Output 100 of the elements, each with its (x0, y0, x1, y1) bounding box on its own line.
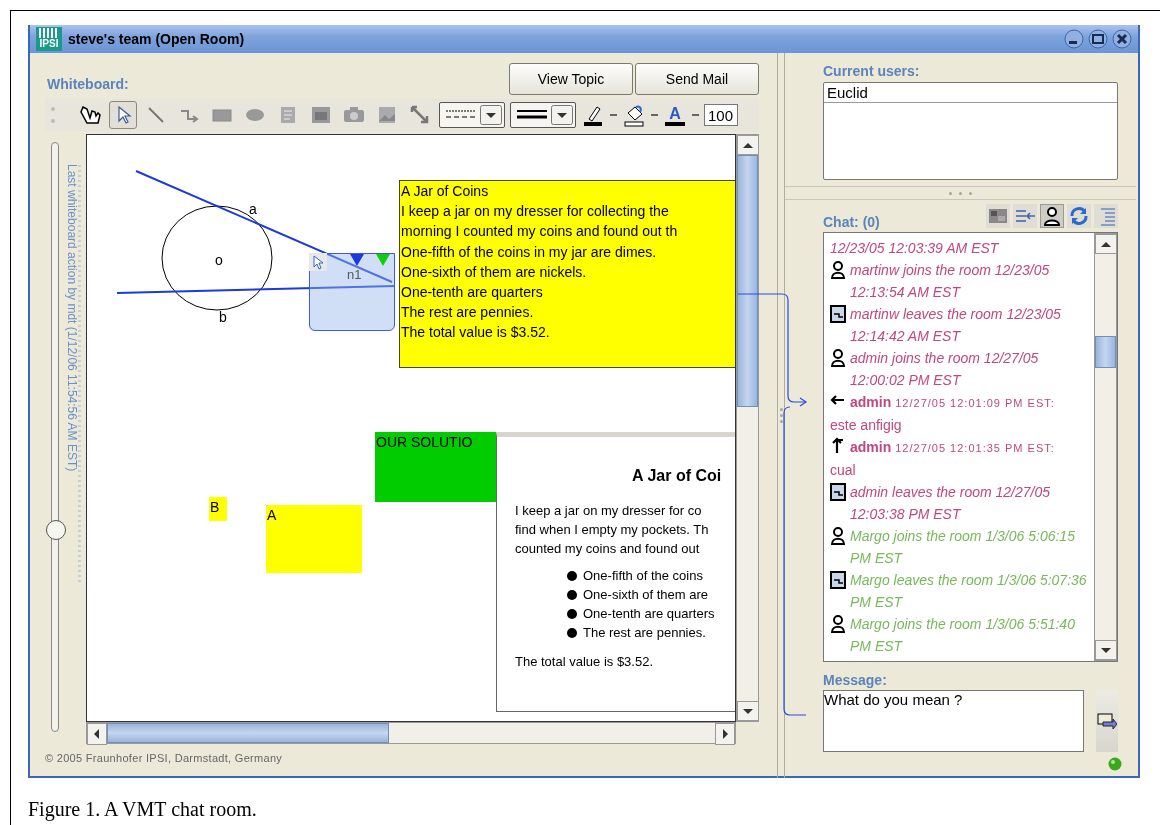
scroll-up-icon[interactable] (1095, 234, 1117, 254)
status-indicator-icon (1108, 757, 1122, 771)
send-icon (1097, 712, 1118, 730)
close-icon[interactable] (1112, 29, 1132, 49)
dash-style-dropdown[interactable] (439, 102, 505, 128)
chat-event-text: 12/23/05 12:03:39 AM EST (830, 239, 999, 258)
note-text: I keep a jar on my dresser for collecting the (401, 202, 670, 222)
grid-button[interactable] (986, 204, 1010, 228)
triangle-marker-icon (376, 254, 390, 266)
shape-label: o (215, 252, 223, 268)
bullet-text: One-sixth of them are (583, 586, 708, 604)
person-icon (830, 349, 846, 367)
note-box[interactable]: OUR SOLUTIO (375, 432, 499, 502)
minimize-icon[interactable] (1064, 29, 1084, 49)
note-text: The rest are pennies. (401, 303, 535, 323)
pointer-icon[interactable] (309, 253, 327, 271)
document-text: find when I empty my pockets. Th (515, 521, 710, 539)
message-field[interactable]: What do you mean ? (823, 690, 1085, 752)
chat-event-text: Margo leaves the room 1/3/06 5:07:36 PM EST (850, 571, 1088, 612)
person-icon (830, 261, 846, 279)
chat-author: admin (850, 439, 892, 455)
shape-label: b (219, 309, 227, 325)
note-text: One-tenth are quarters (401, 283, 544, 302)
horizontal-scrollbar[interactable] (86, 722, 736, 744)
chat-message-text: este anfigig (830, 416, 903, 435)
line-width-dropdown[interactable] (510, 102, 576, 128)
scroll-thumb[interactable] (1095, 336, 1116, 368)
refresh-icon (1068, 205, 1090, 227)
send-button[interactable] (1096, 690, 1118, 752)
bullet-text: The rest are pennies. (583, 624, 706, 642)
bullet-icon (567, 589, 577, 600)
scroll-left-icon[interactable] (87, 723, 107, 745)
splitter-handle[interactable] (785, 186, 1136, 200)
section-label: Message: (823, 672, 888, 688)
copyright-text: © 2005 Fraunhofer IPSI, Darmstadt, Germany (45, 752, 284, 764)
chat-event-text: Margo joins the room 1/3/06 5:51:40 PM EST (850, 615, 1076, 656)
note-text: A (267, 506, 278, 525)
paint-bucket-icon[interactable] (622, 103, 646, 127)
refresh-button[interactable] (1067, 204, 1091, 228)
note-box[interactable]: A (266, 505, 362, 573)
door-icon (830, 483, 846, 501)
bullet-icon (567, 627, 577, 638)
whiteboard-canvas[interactable] (86, 134, 736, 722)
note-text: One-fifth of the coins in my jar are dimes. (401, 242, 658, 262)
chat-event-text: admin leaves the room 12/27/05 12:03:38 PM EST (850, 483, 1051, 524)
door-icon (830, 571, 846, 589)
person-icon (830, 615, 846, 633)
list-button[interactable] (1094, 204, 1118, 228)
scroll-right-icon[interactable] (715, 723, 735, 745)
drag-handle-icon[interactable] (49, 104, 57, 126)
reference-box[interactable]: n1 (309, 253, 395, 331)
chat-event-text: Margo joins the room 1/3/06 5:06:15 PM EST (850, 527, 1076, 568)
scroll-down-icon[interactable] (737, 701, 759, 721)
chat-timestamp: 12/27/05 12:01:09 PM EST: (895, 397, 1055, 409)
scroll-thumb[interactable] (107, 723, 389, 743)
toolbar-button[interactable]: View Topic (509, 63, 633, 95)
vertical-scrollbar[interactable] (1094, 233, 1117, 661)
person-icon (830, 527, 846, 545)
section-label: Whiteboard: (47, 76, 129, 92)
door-icon (830, 305, 846, 323)
note-box[interactable]: B (209, 497, 227, 521)
user-list-item[interactable]: Euclid (824, 83, 1117, 103)
document-title: A Jar of Coi (632, 467, 723, 485)
shape-label: a (249, 201, 257, 217)
user-list[interactable]: Euclid (823, 82, 1118, 180)
document-text: counted my coins and found out (515, 540, 701, 558)
person-icon (1041, 205, 1063, 227)
slider-thumb[interactable] (46, 520, 66, 541)
window-title: steve's team (Open Room) (68, 31, 246, 47)
scroll-thumb[interactable] (737, 155, 758, 407)
note-text: The total value is $3.52. (401, 323, 551, 343)
scroll-down-icon[interactable] (1095, 640, 1117, 660)
note-box[interactable] (399, 180, 735, 368)
toolbar-button[interactable]: Send Mail (635, 63, 759, 95)
note-text: A Jar of Coins (401, 182, 490, 201)
hand-icon (78, 103, 102, 127)
person-button[interactable] (1040, 204, 1064, 228)
pointer-tool[interactable] (109, 101, 137, 129)
document-text: I keep a jar on my dresser for co (515, 502, 703, 520)
bullet-icon (567, 570, 577, 581)
font-color-button[interactable]: A (663, 104, 687, 126)
chat-author: admin (850, 394, 892, 410)
up-arrow-icon (830, 436, 846, 454)
reference-label: n1 (347, 267, 362, 282)
chat-message-text: cual (830, 461, 857, 480)
section-label: Current users: (823, 63, 921, 79)
note-text: OUR SOLUTIO (376, 433, 474, 452)
slider-caption: Last whiteboard action by mdt (1/12/06 11:54:56 AM EST) (65, 164, 81, 584)
chat-timestamp: 12/27/05 12:01:35 PM EST: (895, 442, 1055, 454)
figure-caption: Figure 1. A VMT chat room. (28, 798, 258, 821)
note-text: morning I counted my coins and found out th (401, 222, 679, 242)
bullet-icon (567, 608, 577, 619)
document-text: The total value is $3.52. (515, 653, 655, 671)
app-logo: IPSI (36, 27, 62, 51)
scroll-up-icon[interactable] (737, 135, 759, 155)
bullet-text: One-tenth are quarters (583, 605, 715, 623)
zoom-field[interactable]: 100 (704, 104, 738, 126)
vertical-scrollbar[interactable] (736, 134, 759, 722)
triangle-marker-icon (350, 254, 364, 266)
maximize-icon[interactable] (1088, 29, 1108, 49)
